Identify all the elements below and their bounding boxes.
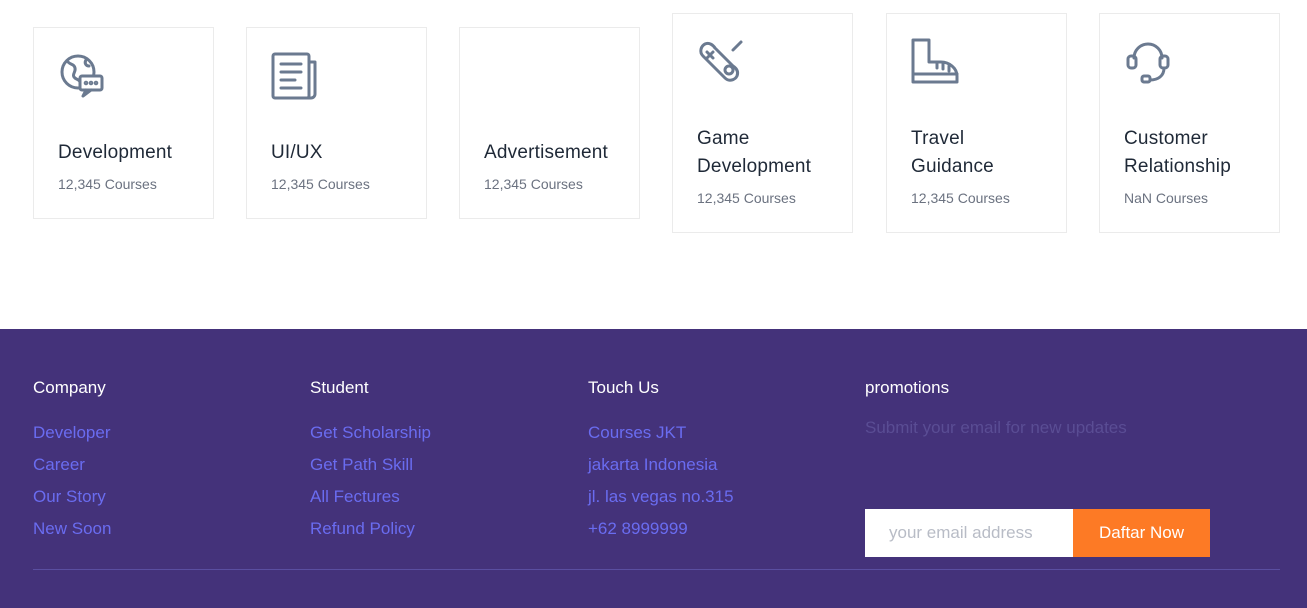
daftar-now-button[interactable]: Daftar Now bbox=[1073, 509, 1210, 557]
footer-link-list: Courses JKT jakarta Indonesia jl. las ve… bbox=[588, 417, 734, 545]
footer-link-list: Developer Career Our Story New Soon bbox=[33, 417, 111, 545]
category-count: 12,345 Courses bbox=[911, 190, 1010, 206]
category-cards-section: Development 12,345 Courses UI/UX 12,345 … bbox=[0, 0, 1307, 329]
category-card-advertisement[interactable]: Advertisement 12,345 Courses bbox=[459, 27, 640, 219]
newspaper-icon bbox=[271, 52, 319, 100]
footer-link-location[interactable]: jakarta Indonesia bbox=[588, 449, 734, 481]
boot-icon bbox=[911, 38, 959, 86]
footer-link-developer[interactable]: Developer bbox=[33, 417, 111, 449]
newsletter-form: Daftar Now bbox=[865, 509, 1210, 557]
category-title-line1: Game bbox=[697, 128, 750, 149]
footer-link-address[interactable]: jl. las vegas no.315 bbox=[588, 481, 734, 513]
footer-column-title: Touch Us bbox=[588, 378, 659, 397]
footer-divider bbox=[33, 569, 1280, 570]
footer-link-new-soon[interactable]: New Soon bbox=[33, 513, 111, 545]
category-count: 12,345 Courses bbox=[697, 190, 796, 206]
email-input[interactable] bbox=[865, 509, 1073, 557]
category-title-line1: Travel bbox=[911, 128, 965, 149]
footer-link-phone[interactable]: +62 8999999 bbox=[588, 513, 734, 545]
category-card-game-development[interactable]: Game Development 12,345 Courses bbox=[672, 13, 853, 233]
footer-link-courses-jkt[interactable]: Courses JKT bbox=[588, 417, 734, 449]
footer-link-all-fectures[interactable]: All Fectures bbox=[310, 481, 431, 513]
category-count: 12,345 Courses bbox=[271, 176, 370, 192]
footer-column-promotions: promotions Submit your email for new upd… bbox=[865, 377, 1285, 567]
category-title-line2: Development bbox=[697, 156, 812, 177]
footer-link-get-scholarship[interactable]: Get Scholarship bbox=[310, 417, 431, 449]
category-title: UI/UX bbox=[271, 142, 323, 163]
footer-link-refund-policy[interactable]: Refund Policy bbox=[310, 513, 431, 545]
category-card-customer-relationship[interactable]: Customer Relationship NaN Courses bbox=[1099, 13, 1280, 233]
gamepad-icon bbox=[697, 38, 745, 86]
category-card-travel-guidance[interactable]: Travel Guidance 12,345 Courses bbox=[886, 13, 1067, 233]
footer: Company Developer Career Our Story New S… bbox=[0, 329, 1307, 608]
footer-column-student: Student Get Scholarship Get Path Skill A… bbox=[310, 377, 431, 545]
footer-column-title: Company bbox=[33, 378, 106, 397]
category-title: Advertisement bbox=[484, 142, 609, 163]
category-title-line1: Customer bbox=[1124, 128, 1208, 149]
category-count: 12,345 Courses bbox=[58, 176, 157, 192]
category-count: 12,345 Courses bbox=[484, 176, 583, 192]
category-title: Development bbox=[58, 142, 173, 163]
footer-link-get-path-skill[interactable]: Get Path Skill bbox=[310, 449, 431, 481]
footer-link-our-story[interactable]: Our Story bbox=[33, 481, 111, 513]
footer-column-company: Company Developer Career Our Story New S… bbox=[33, 377, 111, 545]
category-card-development[interactable]: Development 12,345 Courses bbox=[33, 27, 214, 219]
footer-column-title: Student bbox=[310, 378, 369, 397]
headset-icon bbox=[1124, 38, 1172, 86]
category-count: NaN Courses bbox=[1124, 190, 1209, 206]
category-title-line2: Guidance bbox=[911, 156, 994, 177]
category-card-uiux[interactable]: UI/UX 12,345 Courses bbox=[246, 27, 427, 219]
footer-column-title: promotions bbox=[865, 378, 950, 397]
globe-chat-icon bbox=[58, 52, 106, 100]
footer-link-list: Get Scholarship Get Path Skill All Fectu… bbox=[310, 417, 431, 545]
promotions-subtitle: Submit your email for new updates bbox=[865, 418, 1127, 437]
category-title-line2: Relationship bbox=[1124, 156, 1231, 177]
footer-link-career[interactable]: Career bbox=[33, 449, 111, 481]
footer-column-touch-us: Touch Us Courses JKT jakarta Indonesia j… bbox=[588, 377, 734, 545]
